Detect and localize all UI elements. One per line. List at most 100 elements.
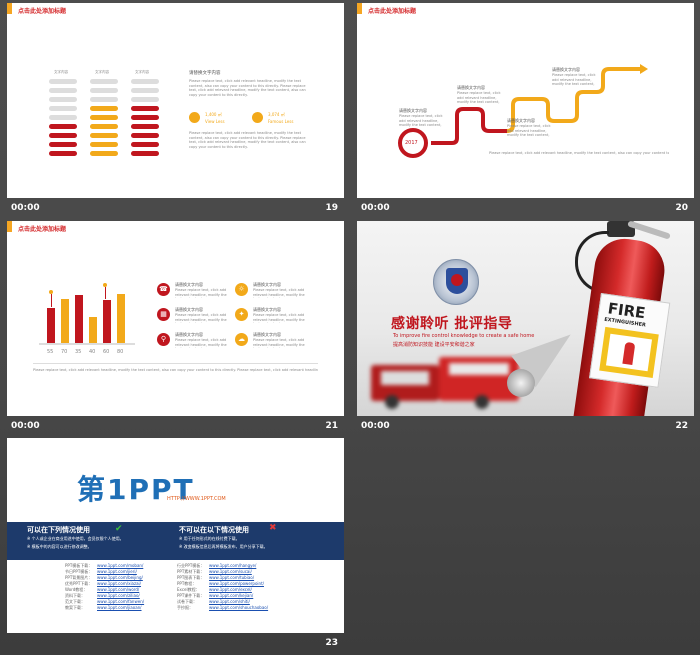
timeline-text: Please replace text, click add relevant … [507,124,551,138]
timeline-text: Please replace text, click add relevant … [552,73,596,87]
bar-label: 80 [117,349,124,355]
stat-label-2: Famous Less [268,119,294,124]
slide-timing: 00:00 [361,203,390,213]
link-row: Word教程： www.1ppt.com/word/ Excel教程： www.… [65,587,295,592]
body-text: Please replace text, click add relevant … [189,79,306,97]
usage-banner: 可以在下列情况使用 ✔ ※ 个人或企业在商业用途中使用，会员仅限个人使用。 ※ … [7,522,344,560]
bar-label: 40 [89,349,96,355]
stat-value-2: 3,074 ㎡ [268,112,285,117]
link-url[interactable]: www.1ppt.com/kejian/ [209,593,253,598]
fire-truck-image [371,351,521,409]
slide-timing: 00:00 [11,421,40,431]
phone-icon: ☎ [157,283,170,296]
slide-footer: 00:00 20 [357,201,694,219]
link-label: 范文下载： [65,599,85,604]
cross-icon: ✖ [269,523,277,533]
link-label: 手抄报： [177,605,193,610]
link-label: 教案下载： [65,605,85,610]
slide-canvas: 点击此处添加标题 55 70 35 40 60 80 ☎ 请替换文字内容 Ple… [7,221,344,416]
link-url[interactable]: www.1ppt.com/tubiao/ [209,575,254,580]
timeline-text: Please replace text, click add relevant … [399,114,443,128]
link-row: 节日PPT模板： www.1ppt.com/jieri/ PPT素材下载： ww… [65,569,295,574]
divider [33,363,318,364]
link-url[interactable]: www.1ppt.com/jiaoan/ [97,605,142,610]
slide-footer: 00:00 19 [7,201,344,219]
cloud-icon: ☁ [235,333,248,346]
slide-footer: 00:00 22 [357,419,694,437]
item-body: Please replace text, click add relevant … [175,288,227,298]
link-row: 教案下载： www.1ppt.com/jiaoan/ 手抄报： www.1ppt… [65,605,295,610]
allowed-heading: 可以在下列情况使用 [27,526,90,534]
link-label: 试卷下载： [177,599,197,604]
slide-canvas: 点击此处添加标题 文字内容 文字内容 文字内容 请替换文字内容 Please r… [7,3,344,198]
stat-label-1: View Less [205,119,225,124]
fire-emblem-icon [433,259,479,305]
chart-bar [47,308,55,343]
logo-url: HTTP://WWW.1PPT.COM [167,496,226,502]
thanks-subtitle: To improve fire control knowledge to cre… [393,333,535,339]
link-label: PPT素材下载： [177,569,205,574]
slide-footer: 23 [7,636,344,654]
chart-bar [89,317,97,343]
location-icon: ⚲ [157,333,170,346]
timeline-text: Please replace text, click add relevant … [457,91,501,105]
link-label: 行业PPT模板： [177,563,205,568]
text-heading: 请替换文字内容 [189,71,221,76]
link-url[interactable]: www.1ppt.com/hangye/ [209,563,256,568]
stat-badge-2 [252,112,263,123]
year-label: 2017 [405,140,418,146]
link-url[interactable]: www.1ppt.com/powerpoint/ [209,581,264,586]
link-row: PPT背景图片： www.1ppt.com/beijing/ PPT图表下载： … [65,575,295,580]
link-label: 优秀PPT下载： [65,581,93,586]
thanks-heading: 感谢聆听 批评指导 [391,316,513,332]
link-url[interactable]: www.1ppt.com/shiti/ [209,599,250,604]
link-url[interactable]: www.1ppt.com/jieri/ [97,569,137,574]
link-url[interactable]: www.1ppt.com/ziliao/ [97,593,140,598]
column-label: 文字内容 [54,70,68,74]
slide-title: 点击此处添加标题 [18,226,67,233]
link-label: Excel教程： [177,587,200,592]
bar-label: 60 [103,349,110,355]
item-body: Please replace text, click add relevant … [253,313,305,323]
bar-stem [50,294,52,307]
link-url[interactable]: www.1ppt.com/word/ [97,587,139,592]
check-icon: ✔ [115,524,123,534]
link-url[interactable]: www.1ppt.com/xiazai/ [97,581,141,586]
link-label: 节日PPT模板： [65,569,93,574]
link-label: PPT模板下载： [65,563,93,568]
slide-title: 点击此处添加标题 [18,8,67,15]
link-label: 资料下载： [65,593,85,598]
link-url[interactable]: www.1ppt.com/fanwen/ [97,599,144,604]
link-url[interactable]: www.1ppt.com/moban/ [97,563,143,568]
link-url[interactable]: www.1ppt.com/shouchaobao/ [209,605,268,610]
item-body: Please replace text, click add relevant … [175,338,227,348]
link-url[interactable]: www.1ppt.com/excel/ [209,587,252,592]
chart-bar [61,299,69,343]
column-label: 文字内容 [95,70,109,74]
link-label: PPT背景图片： [65,575,93,580]
sun-icon: ☼ [235,283,248,296]
link-row: 资料下载： www.1ppt.com/ziliao/ PPT课件下载： www.… [65,593,295,598]
slide-number: 23 [325,638,338,648]
bulb-icon: ✦ [235,308,248,321]
slide-number: 20 [675,203,688,213]
timeline-path [398,64,648,158]
link-label: PPT课件下载： [177,593,205,598]
slide-number: 19 [325,203,338,213]
title-accent [7,221,12,232]
bar-stem [104,287,106,299]
item-body: Please replace text, click add relevant … [253,338,305,348]
link-row: PPT模板下载： www.1ppt.com/moban/ 行业PPT模板： ww… [65,563,295,568]
link-label: PPT图表下载： [177,575,205,580]
column-label: 文字内容 [135,70,149,74]
link-url[interactable]: www.1ppt.com/sucai/ [209,569,252,574]
bar-label: 70 [61,349,68,355]
fire-extinguisher-image: FIRE EXTINGUISHER [507,221,694,416]
link-label: Word教程： [65,587,88,592]
item-body: Please replace text, click add relevant … [175,313,227,323]
slide-footer: 00:00 21 [7,419,344,437]
link-row: 范文下载： www.1ppt.com/fanwen/ 试卷下载： www.1pp… [65,599,295,604]
disallowed-point: ※ 用于任何形式的在线付费下载。 [179,536,240,541]
link-url[interactable]: www.1ppt.com/beijing/ [97,575,143,580]
slide-timing: 00:00 [11,203,40,213]
